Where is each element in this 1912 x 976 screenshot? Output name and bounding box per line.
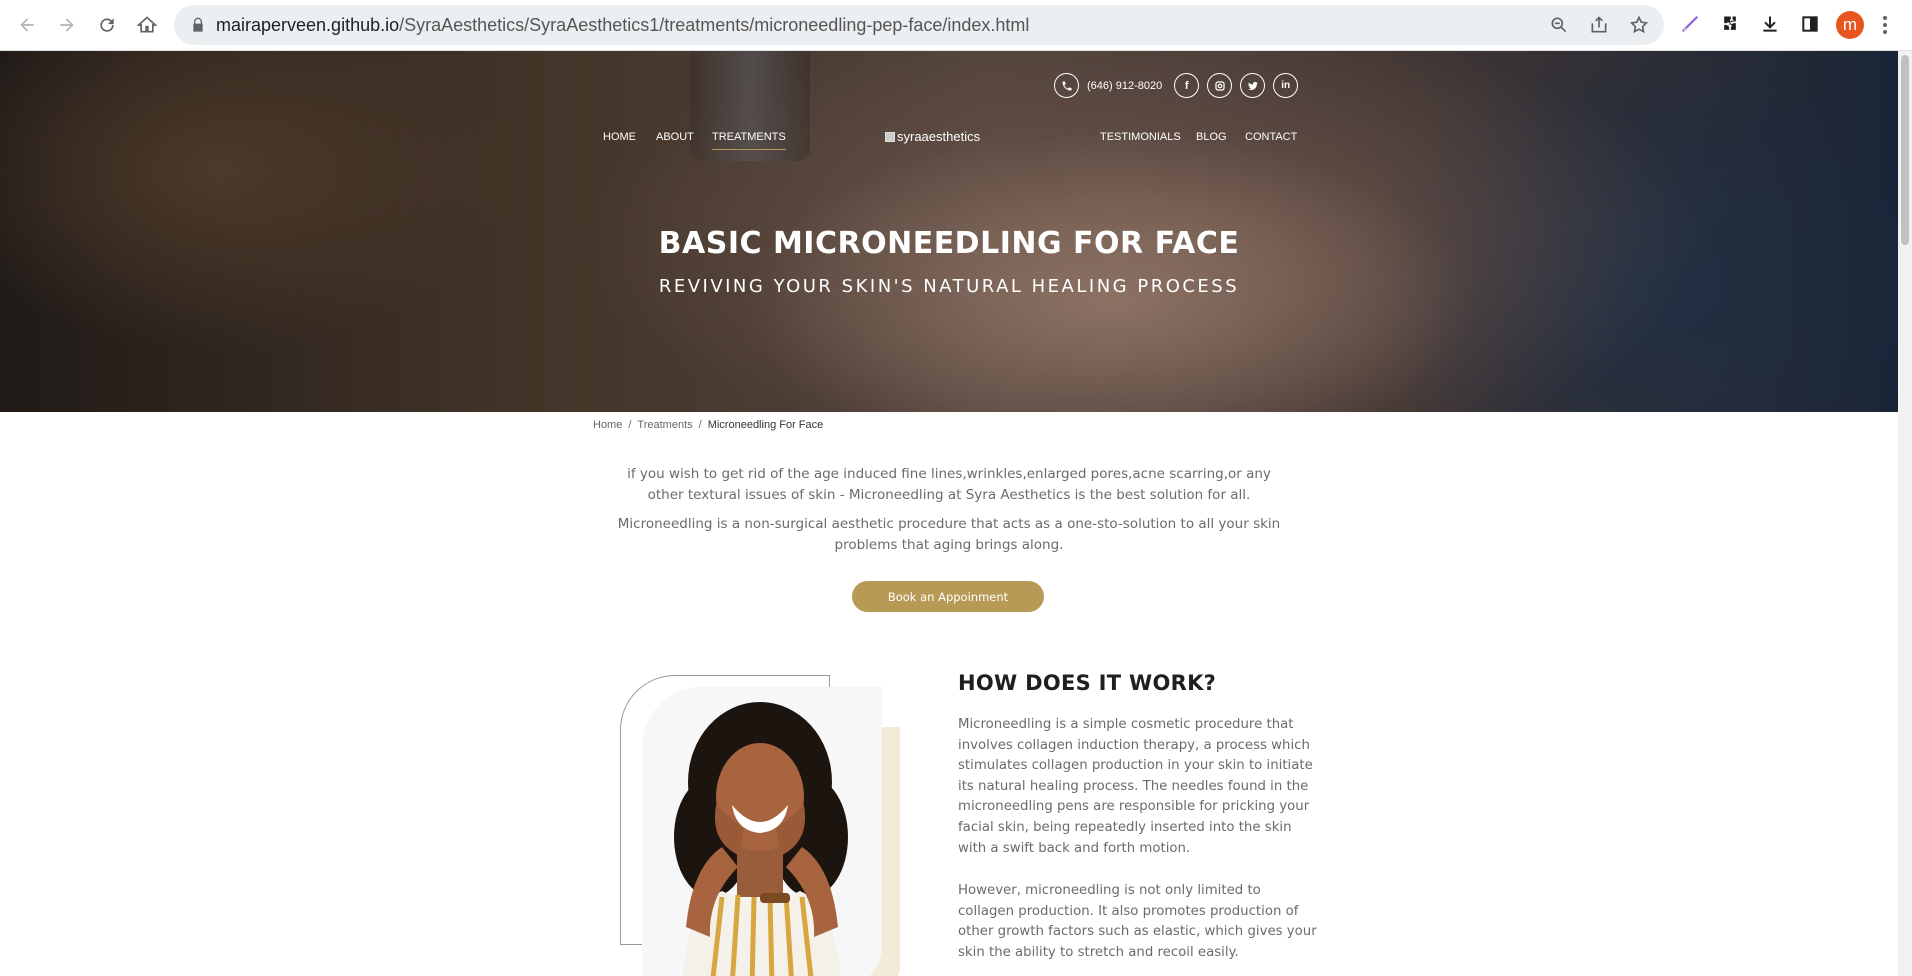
home-icon [137, 16, 157, 33]
page-scrollbar[interactable] [1898, 51, 1912, 976]
instagram-icon[interactable] [1207, 73, 1233, 98]
zoom-icon[interactable] [1549, 15, 1569, 35]
url-text: mairaperveen.github.io/SyraAesthetics/Sy… [216, 15, 1030, 35]
how-it-works-paragraph-1: Microneedling is a simple cosmetic proce… [958, 717, 1313, 856]
extensions-puzzle-icon[interactable] [1718, 12, 1742, 36]
contact-bar: (646) 912-8020 f in [1054, 73, 1299, 98]
more-menu-icon[interactable] [1880, 14, 1890, 36]
side-panel-icon[interactable] [1798, 12, 1822, 36]
breadcrumb-home[interactable]: Home [593, 419, 622, 431]
breadcrumb: Home / Treatments / Microneedling For Fa… [593, 419, 823, 431]
site-logo[interactable]: syraaesthetics [885, 129, 980, 144]
page-title: BASIC MICRONEEDLING FOR FACE [658, 226, 1240, 261]
breadcrumb-separator: / [628, 419, 632, 431]
page-subtitle: REVIVING YOUR SKIN'S NATURAL HEALING PRO… [658, 276, 1240, 297]
treatment-photo [620, 675, 900, 976]
nav-blog[interactable]: BLOG [1196, 131, 1227, 143]
breadcrumb-current: Microneedling For Face [707, 419, 824, 431]
intro-paragraph-1: if you wish to get rid of the age induce… [627, 466, 1271, 503]
intro-paragraph-2: Microneedling is a non-surgical aestheti… [617, 516, 1281, 553]
nav-home[interactable]: HOME [603, 131, 636, 143]
address-bar[interactable]: mairaperveen.github.io/SyraAesthetics/Sy… [174, 5, 1664, 45]
breadcrumb-separator: / [698, 419, 702, 431]
how-it-works-paragraph-2: However, microneedling is not only limit… [958, 883, 1317, 960]
twitter-icon[interactable] [1240, 73, 1266, 98]
browser-toolbar: mairaperveen.github.io/SyraAesthetics/Sy… [0, 0, 1912, 51]
lock-icon [193, 17, 203, 32]
hero-banner: (646) 912-8020 f in HOME ABOUT TREATMENT… [0, 51, 1898, 412]
facebook-icon[interactable]: f [1174, 73, 1200, 98]
nav-contact[interactable]: CONTACT [1245, 131, 1297, 143]
arrow-right-icon [60, 18, 74, 32]
smiling-woman-image [642, 687, 882, 976]
nav-testimonials[interactable]: TESTIMONIALS [1100, 131, 1181, 143]
nav-treatments[interactable]: TREATMENTS [712, 131, 786, 150]
nav-about[interactable]: ABOUT [656, 131, 694, 143]
scrollbar-thumb[interactable] [1901, 55, 1909, 245]
avatar-initial: m [1842, 15, 1858, 34]
arrow-left-icon [20, 18, 34, 32]
logo-alt-text: syraaesthetics [897, 129, 981, 144]
web-page: (646) 912-8020 f in HOME ABOUT TREATMENT… [0, 51, 1898, 976]
profile-avatar[interactable]: m [1836, 11, 1864, 39]
linkedin-icon[interactable]: in [1273, 73, 1299, 98]
forward-button[interactable] [52, 10, 82, 40]
share-icon[interactable] [1589, 15, 1609, 35]
reload-icon [100, 18, 114, 32]
phone-number[interactable]: (646) 912-8020 [1087, 80, 1162, 92]
breadcrumb-treatments[interactable]: Treatments [637, 419, 692, 431]
phone-icon[interactable] [1054, 73, 1079, 98]
download-icon[interactable] [1758, 12, 1782, 36]
how-it-works-heading: HOW DOES IT WORK? [958, 671, 1217, 695]
broken-image-icon [885, 131, 895, 142]
back-button[interactable] [12, 10, 42, 40]
book-appointment-button[interactable]: Book an Appoinment [852, 581, 1044, 612]
reload-button[interactable] [92, 10, 122, 40]
bookmark-star-icon[interactable] [1629, 15, 1649, 35]
home-button[interactable] [132, 10, 162, 40]
pen-extension-icon[interactable] [1678, 12, 1702, 36]
